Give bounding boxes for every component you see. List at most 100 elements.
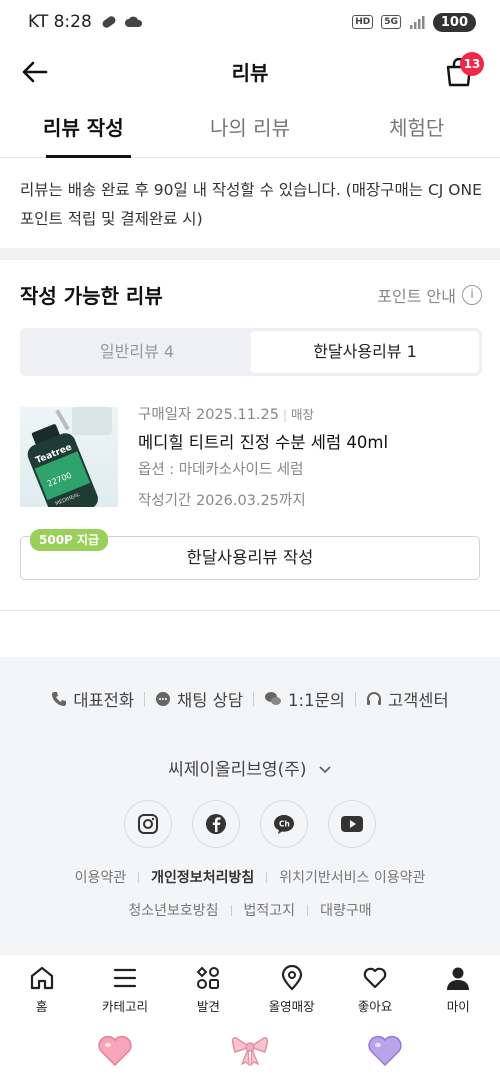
contact-chat-label: 채팅 상담	[177, 691, 244, 710]
instagram-icon	[138, 814, 158, 834]
tab-write-review[interactable]: 리뷰 작성	[0, 100, 167, 158]
point-reward-badge: 500P 지급	[30, 529, 109, 551]
youtube-button[interactable]	[328, 800, 376, 848]
heart-icon	[363, 967, 387, 989]
facebook-icon	[206, 814, 226, 834]
nav-discover-label: 발견	[196, 999, 220, 1014]
review-period: 작성기간 2026.03.25까지	[138, 493, 306, 509]
kakao-channel-icon: Ch	[274, 815, 294, 834]
product-name: 메디힐 티트리 진정 수분 세럼 40ml	[138, 433, 389, 452]
nav-likes[interactable]: 좋아요	[333, 955, 416, 1017]
review-type-segment: 일반리뷰 4 한달사용리뷰 1	[20, 328, 482, 376]
nav-store[interactable]: 올영매장	[250, 955, 333, 1017]
speech-bubbles-icon	[265, 692, 282, 705]
purple-heart-icon	[368, 1035, 402, 1067]
contact-inquiry[interactable]: 1:1문의	[264, 687, 345, 711]
status-bar: KT 8:28 HD 5G 100	[0, 0, 500, 44]
info-icon: i	[462, 284, 482, 305]
pill-icon	[102, 16, 116, 28]
nav-home[interactable]: 홈	[0, 955, 83, 1017]
contact-chat[interactable]: 채팅 상담	[155, 687, 243, 711]
review-tabs: 리뷰 작성 나의 리뷰 체험단	[0, 100, 500, 158]
available-reviews-header: 작성 가능한 리뷰 포인트 안내 i	[20, 280, 482, 309]
company-info-toggle[interactable]: 씨제이올리브영(주)	[0, 755, 500, 780]
instagram-button[interactable]	[124, 800, 172, 848]
contact-phone-label: 대표전화	[73, 691, 135, 710]
serum-bottle-image: Teatree 22700 MEDIHEAL	[27, 407, 112, 507]
purchase-date-row: 구매일자 2025.11.25 | 매장	[138, 407, 315, 423]
content-divider	[0, 610, 500, 611]
discover-icon	[196, 966, 220, 989]
phone-icon	[52, 692, 67, 706]
person-icon	[447, 967, 470, 990]
home-icon	[30, 966, 53, 990]
page-title: 리뷰	[231, 60, 269, 85]
section-title: 작성 가능한 리뷰	[20, 284, 163, 308]
svg-text:Ch: Ch	[279, 820, 290, 829]
nav-category-label: 카테고리	[101, 999, 148, 1014]
company-name: 씨제이올리브영(주)	[168, 760, 307, 780]
footer: 대표전화 채팅 상담 1:1문의 고객센터 씨제이올리브영(주) Ch 이용약관…	[0, 657, 500, 955]
segment-general-review[interactable]: 일반리뷰 4	[23, 331, 251, 373]
network-badge: 5G	[381, 15, 401, 29]
contact-phone[interactable]: 대표전화	[51, 687, 134, 711]
product-thumbnail[interactable]: Teatree 22700 MEDIHEAL	[20, 407, 118, 507]
hd-badge: HD	[352, 15, 374, 29]
product-option: 옵션 : 마데카소사이드 세럼	[138, 462, 304, 478]
location-terms-link[interactable]: 위치기반서비스 이용약관	[279, 867, 425, 887]
footer-links-row1: 이용약관 개인정보처리방침 위치기반서비스 이용약관	[0, 867, 500, 887]
location-pin-icon	[281, 965, 302, 991]
cart-button[interactable]: 13	[444, 52, 484, 88]
menu-icon	[113, 968, 137, 988]
pink-heart-button[interactable]	[95, 1030, 135, 1070]
youtube-icon	[341, 816, 363, 832]
bulk-purchase-link[interactable]: 대량구매	[320, 900, 372, 920]
nav-my-label: 마이	[446, 999, 470, 1014]
nav-likes-label: 좋아요	[357, 999, 393, 1014]
bottom-navigation: 홈 카테고리 발견 올영매장 좋아요 마이	[0, 955, 500, 1017]
tab-experience-group[interactable]: 체험단	[333, 100, 500, 157]
social-links: Ch	[0, 800, 500, 848]
ribbon-button[interactable]	[230, 1030, 270, 1070]
contact-row: 대표전화 채팅 상담 1:1문의 고객센터	[0, 687, 500, 711]
product-info: 구매일자 2025.11.25 | 매장 메디힐 티트리 진정 수분 세럼 40ml…	[138, 404, 482, 514]
kakao-channel-button[interactable]: Ch	[260, 800, 308, 848]
contact-customer-center[interactable]: 고객센터	[366, 687, 449, 711]
arrow-left-icon	[22, 61, 48, 83]
app-header: 리뷰 13	[0, 44, 500, 98]
nav-category[interactable]: 카테고리	[83, 955, 166, 1017]
battery-indicator: 100	[432, 12, 476, 32]
status-time: KT 8:28	[28, 12, 92, 32]
terms-link[interactable]: 이용약관	[75, 867, 127, 887]
segment-monthly-review[interactable]: 한달사용리뷰 1	[251, 331, 479, 373]
ribbon-icon	[231, 1037, 269, 1066]
purchase-channel: 매장	[291, 407, 315, 422]
facebook-button[interactable]	[192, 800, 240, 848]
chevron-down-icon	[319, 766, 331, 774]
back-button[interactable]	[20, 57, 50, 87]
nav-store-label: 올영매장	[268, 999, 315, 1014]
purple-heart-button[interactable]	[365, 1030, 405, 1070]
contact-inquiry-label: 1:1문의	[288, 691, 345, 710]
signal-icon	[409, 16, 425, 29]
review-notice: 리뷰는 배송 완료 후 90일 내 작성할 수 있습니다. (매장구매는 CJ …	[20, 181, 482, 228]
tab-my-reviews[interactable]: 나의 리뷰	[167, 100, 334, 157]
point-guide-label: 포인트 안내	[377, 286, 456, 306]
pink-heart-icon	[98, 1035, 132, 1067]
headset-icon	[366, 692, 381, 705]
cloud-icon	[124, 16, 142, 27]
legal-notice-link[interactable]: 법적고지	[244, 900, 296, 920]
chat-icon	[156, 692, 171, 706]
nav-my[interactable]: 마이	[417, 955, 500, 1017]
system-navigation-bar	[0, 1017, 500, 1083]
point-guide-link[interactable]: 포인트 안내 i	[377, 283, 482, 307]
section-divider	[0, 248, 500, 260]
privacy-policy-link[interactable]: 개인정보처리방침	[151, 867, 254, 887]
footer-links-row2: 청소년보호방침 법적고지 대량구매	[0, 900, 500, 920]
youth-protection-link[interactable]: 청소년보호방침	[128, 900, 218, 920]
review-product-item[interactable]: Teatree 22700 MEDIHEAL 구매일자 2025.11.25 | 매…	[20, 404, 482, 509]
nav-discover[interactable]: 발견	[167, 955, 250, 1017]
purchase-date: 구매일자 2025.11.25	[138, 407, 279, 423]
nav-home-label: 홈	[35, 999, 48, 1014]
contact-customer-center-label: 고객센터	[387, 691, 449, 710]
